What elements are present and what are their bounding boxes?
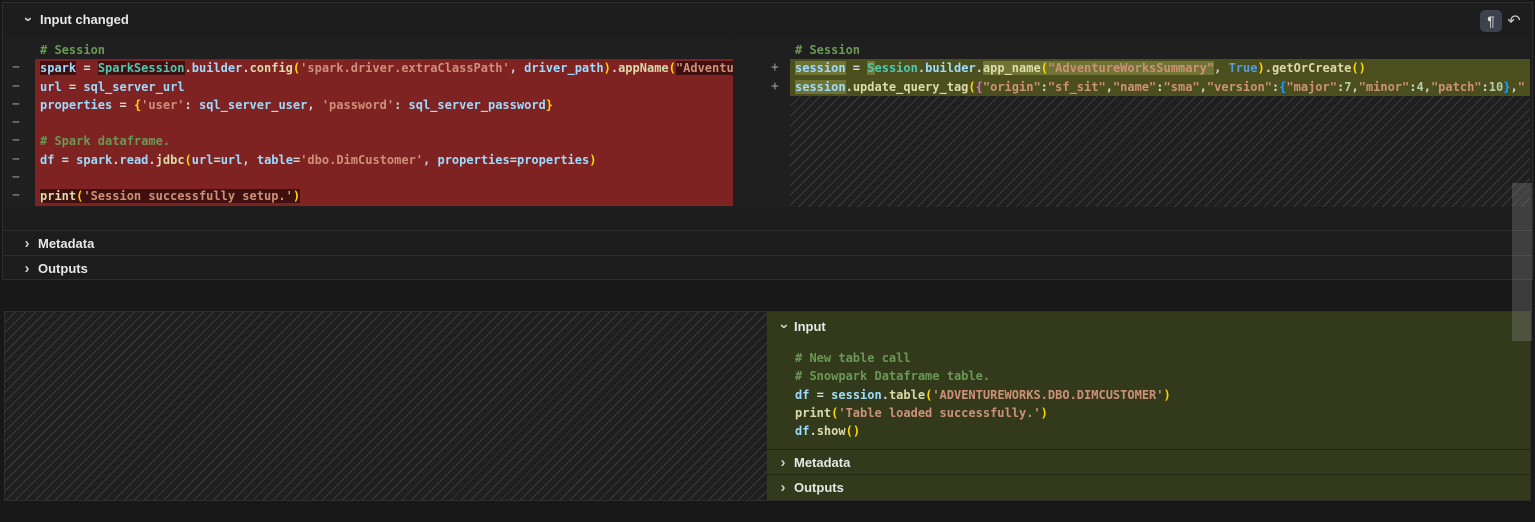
added-code: # Sessionsession = Session.builder.app_n… bbox=[790, 41, 1530, 96]
undo-icon: ↶ bbox=[1507, 11, 1520, 31]
metadata-label: Metadata bbox=[38, 236, 94, 251]
deleted-line-marker: − bbox=[12, 151, 35, 169]
deleted-line-marker: − bbox=[12, 114, 35, 132]
diff-cell-added: › Input # New table call# Snowpark Dataf… bbox=[4, 311, 1531, 501]
cell1-metadata-row[interactable]: › Metadata bbox=[3, 230, 1532, 256]
diff-filler-hatch bbox=[790, 96, 1530, 207]
chevron-down-icon: › bbox=[20, 17, 35, 22]
chevron-right-icon: › bbox=[17, 260, 37, 278]
code-line: session = Session.builder.app_name("Adve… bbox=[790, 59, 1530, 77]
cell2-outputs-row[interactable]: › Outputs bbox=[767, 474, 1530, 500]
code-line: df = session.table('ADVENTUREWORKS.DBO.D… bbox=[790, 386, 1530, 404]
collapse-toggle[interactable]: › bbox=[17, 10, 37, 28]
code-line: # New table call bbox=[790, 349, 1530, 367]
cell1-title: Input changed bbox=[40, 12, 129, 27]
chevron-down-icon: › bbox=[773, 317, 793, 335]
code-line bbox=[35, 169, 733, 187]
deleted-lines-gutter: −−−−−−−− bbox=[5, 41, 35, 207]
cell1-header: › Input changed bbox=[3, 3, 1532, 35]
code-line: # Spark dataframe. bbox=[35, 132, 733, 150]
code-line: # Session bbox=[35, 41, 733, 59]
revert-changes-button[interactable]: ↶ bbox=[1503, 10, 1525, 32]
gutter-spacer bbox=[12, 41, 35, 59]
added-cell-panel: › Input # New table call# Snowpark Dataf… bbox=[767, 312, 1530, 500]
code-line: session.update_query_tag({"origin":"sf_s… bbox=[790, 78, 1530, 96]
modified-code-editor[interactable]: ++ # Sessionsession = Session.builder.ap… bbox=[734, 38, 1530, 207]
deleted-code: # Sessionspark = SparkSession.builder.co… bbox=[35, 41, 733, 206]
deleted-line-marker: − bbox=[12, 96, 35, 114]
code-line: # Session bbox=[790, 41, 1530, 59]
deleted-line-marker: − bbox=[12, 78, 35, 96]
deleted-line-marker: − bbox=[12, 187, 35, 205]
gutter-spacer bbox=[771, 41, 790, 59]
outputs-label: Outputs bbox=[794, 480, 844, 495]
render-whitespace-button[interactable]: ¶ bbox=[1480, 10, 1502, 32]
code-line: url = sql_server_url bbox=[35, 78, 733, 96]
metadata-label: Metadata bbox=[794, 455, 850, 470]
added-line-marker: + bbox=[771, 78, 790, 96]
added-cell-code[interactable]: # New table call# Snowpark Dataframe tab… bbox=[790, 349, 1530, 440]
chevron-right-icon: › bbox=[773, 454, 793, 472]
code-line: spark = SparkSession.builder.config('spa… bbox=[35, 59, 733, 77]
cell1-outputs-row[interactable]: › Outputs bbox=[3, 255, 1532, 281]
code-line: # Snowpark Dataframe table. bbox=[790, 367, 1530, 385]
added-line-marker: + bbox=[771, 59, 790, 77]
deleted-line-marker: − bbox=[12, 59, 35, 77]
chevron-right-icon: › bbox=[17, 235, 37, 253]
code-line: print('Session successfully setup.') bbox=[35, 187, 733, 205]
original-code-editor[interactable]: −−−−−−−− # Sessionspark = SparkSession.b… bbox=[5, 38, 733, 207]
cell2-input-header[interactable]: › Input bbox=[767, 312, 1530, 340]
notebook-diff-view: › Input changed ¶ ↶ −−−−−−−− # Sessionsp… bbox=[0, 0, 1535, 522]
code-line bbox=[35, 114, 733, 132]
deleted-line-marker: − bbox=[12, 169, 35, 187]
cell2-metadata-row[interactable]: › Metadata bbox=[767, 449, 1530, 475]
diff-cell-input-changed: › Input changed ¶ ↶ −−−−−−−− # Sessionsp… bbox=[2, 2, 1533, 280]
code-line: df = spark.read.jdbc(url=url, table='dbo… bbox=[35, 151, 733, 169]
pilcrow-icon: ¶ bbox=[1487, 13, 1495, 29]
code-line: print('Table loaded successfully.') bbox=[790, 404, 1530, 422]
empty-original-hatch bbox=[5, 312, 767, 500]
outputs-label: Outputs bbox=[38, 261, 88, 276]
added-lines-gutter: ++ bbox=[734, 41, 790, 207]
deleted-line-marker: − bbox=[12, 132, 35, 150]
code-line: properties = {'user': sql_server_user, '… bbox=[35, 96, 733, 114]
cell2-input-title: Input bbox=[794, 319, 826, 334]
scrollbar-thumb[interactable] bbox=[1512, 183, 1532, 341]
chevron-right-icon: › bbox=[773, 479, 793, 497]
code-line: df.show() bbox=[790, 422, 1530, 440]
